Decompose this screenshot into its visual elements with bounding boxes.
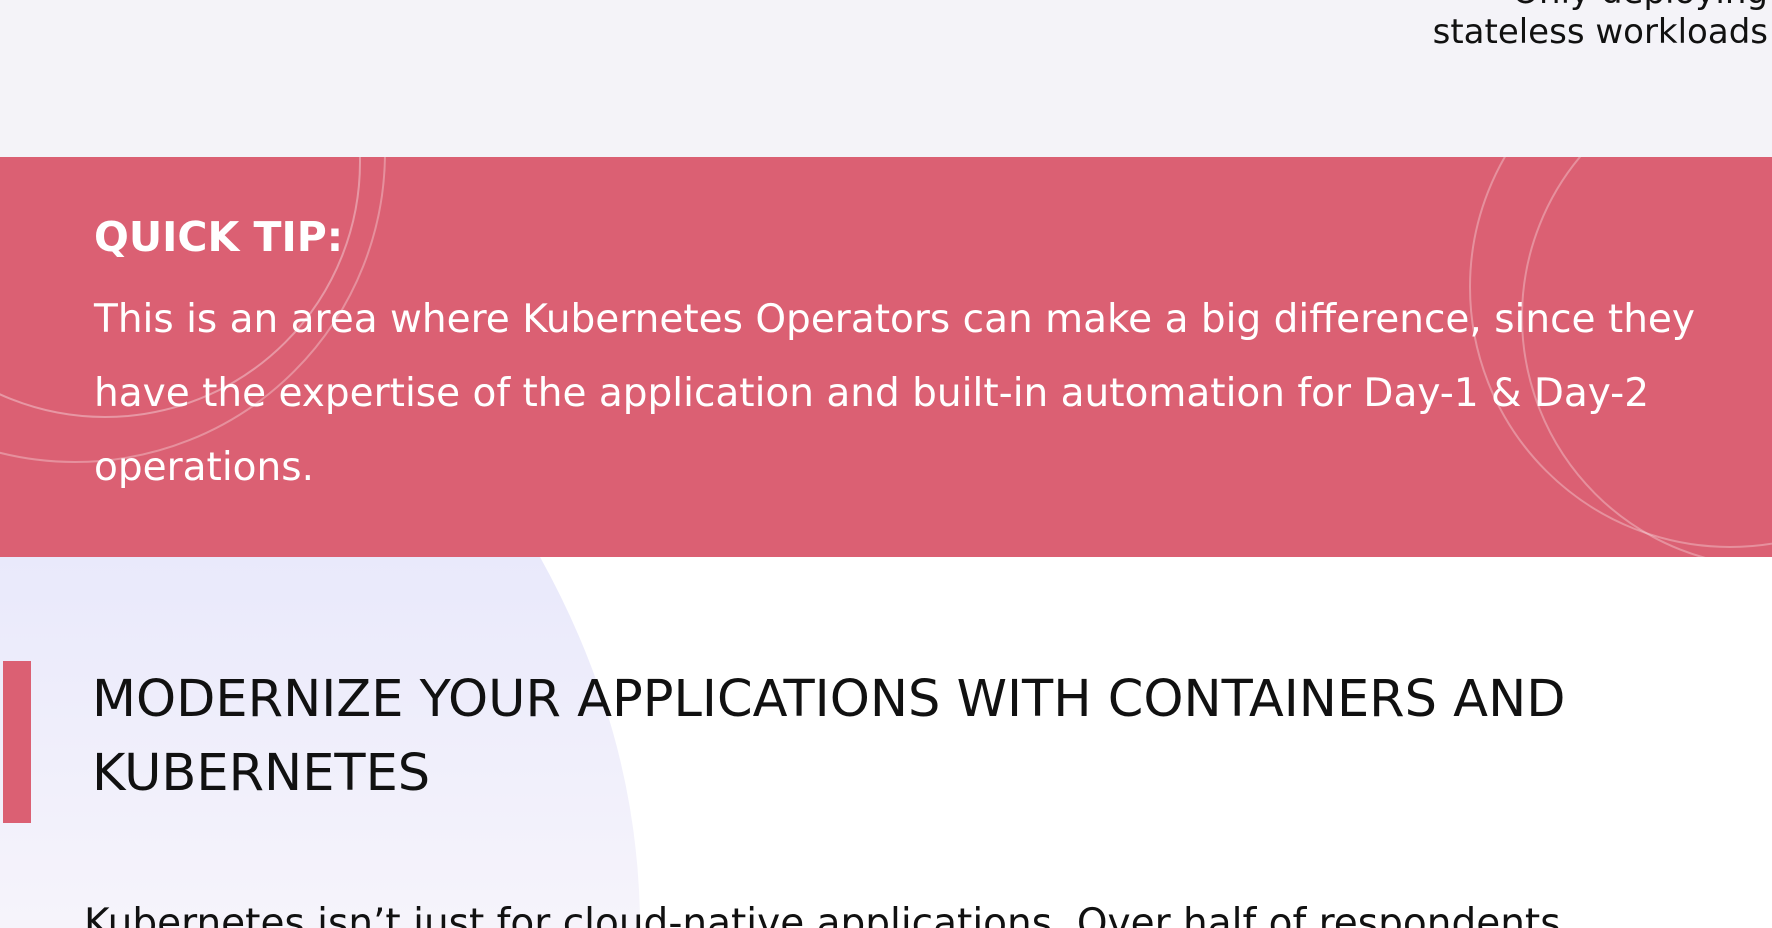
legend-label-line-1: Only deploying xyxy=(1433,0,1768,12)
chart-legend-label: Only deploying stateless workloads xyxy=(1433,0,1768,52)
legend-label-line-2: stateless workloads xyxy=(1432,12,1768,52)
quick-tip-title: QUICK TIP: xyxy=(94,213,344,261)
quick-tip-body: This is an area where Kubernetes Operato… xyxy=(94,297,1695,490)
section-body-text: Kubernetes isn’t just for cloud-native a… xyxy=(84,901,1561,928)
top-band: Only deploying stateless workloads xyxy=(0,0,1772,157)
section-heading: MODERNIZE YOUR APPLICATIONS WITH CONTAIN… xyxy=(92,670,1566,803)
modernize-section: MODERNIZE YOUR APPLICATIONS WITH CONTAIN… xyxy=(0,557,1772,928)
heading-accent-bar xyxy=(3,661,31,823)
quick-tip-banner: QUICK TIP: This is an area where Kuberne… xyxy=(0,157,1772,557)
